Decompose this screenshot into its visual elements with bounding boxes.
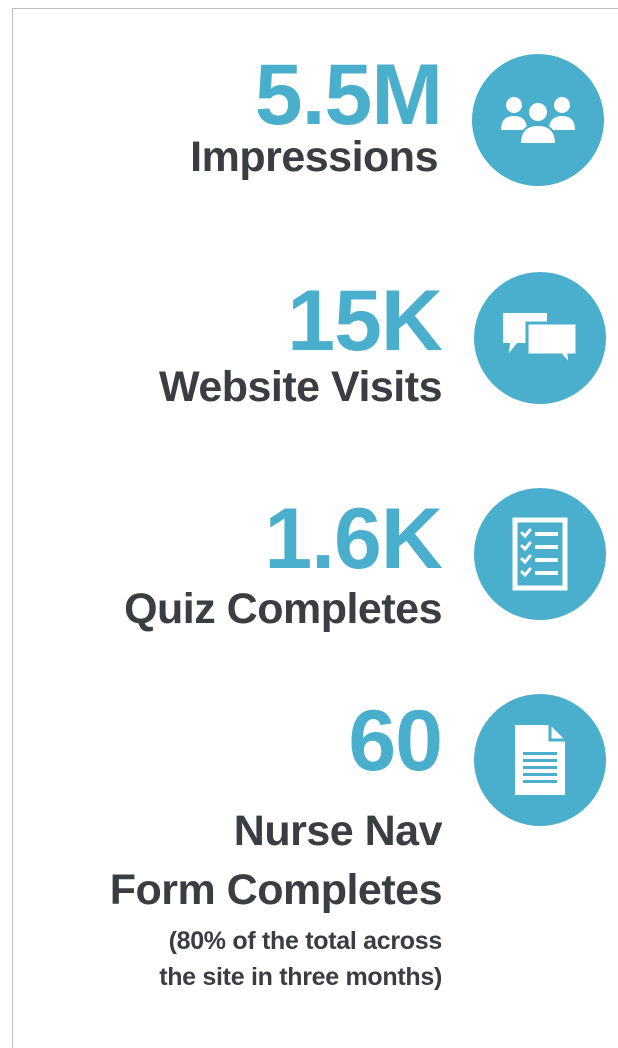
- stat-impressions: 5.5M Impressions: [190, 47, 443, 181]
- document-icon: [512, 722, 568, 798]
- stat-label: Quiz Completes: [124, 585, 442, 633]
- stat-quiz-completes: 1.6K Quiz Completes: [124, 491, 443, 633]
- stat-label-line-1: Nurse Nav: [233, 807, 443, 855]
- stat-value: 1.6K: [264, 491, 443, 587]
- stat-website-visits: 15K Website Visits: [159, 273, 443, 411]
- stat-note-line-2: the site in three months): [159, 962, 442, 991]
- stat-label: Website Visits: [159, 363, 442, 411]
- checklist-icon: [512, 517, 568, 591]
- stat-value: 15K: [287, 273, 443, 369]
- stat-label: Impressions: [190, 133, 438, 181]
- people-icon: [497, 90, 579, 150]
- stat-icon-circle: [474, 488, 606, 620]
- stat-label-line-2: Form Completes: [109, 866, 443, 915]
- stat-note-line-1: (80% of the total across: [168, 926, 443, 955]
- stat-nurse-nav-form-completes: 60 Nurse Nav Form Completes (80% of the …: [109, 693, 443, 995]
- stat-icon-circle: [472, 54, 604, 186]
- stat-value: 5.5M: [254, 47, 443, 143]
- stat-value: 60: [348, 693, 443, 789]
- chat-bubbles-icon: [499, 307, 581, 369]
- stat-icon-circle: [474, 272, 606, 404]
- stat-icon-circle: [474, 694, 606, 826]
